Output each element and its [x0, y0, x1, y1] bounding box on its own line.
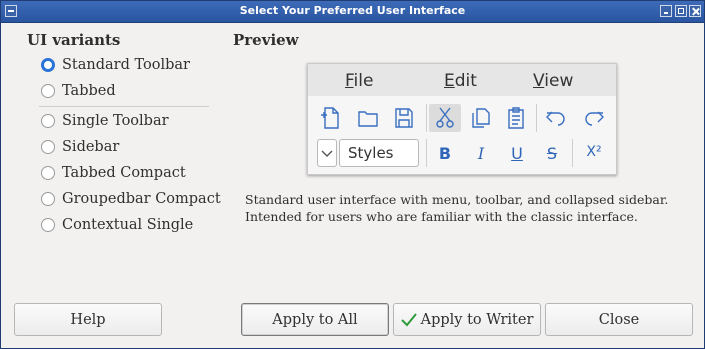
preview-menubar: File Edit View	[308, 64, 616, 96]
variant-description: Standard user interface with menu, toolb…	[245, 191, 668, 225]
preview-heading: Preview	[233, 31, 299, 49]
radio-label: Standard Toolbar	[62, 57, 190, 73]
save-icon	[395, 108, 413, 128]
close-window-icon[interactable]	[689, 5, 701, 17]
preview-separator	[536, 104, 537, 132]
copy-icon	[472, 108, 490, 128]
preview-menu-view: View	[533, 71, 574, 91]
close-button[interactable]: Close	[545, 303, 693, 336]
radio-groupedbar-compact[interactable]: Groupedbar Compact	[41, 188, 221, 210]
maximize-icon[interactable]	[675, 5, 687, 17]
radio-tabbed[interactable]: Tabbed	[41, 80, 116, 102]
preview-separator	[426, 139, 427, 167]
radio-sidebar[interactable]: Sidebar	[41, 136, 119, 158]
redo-icon	[585, 111, 604, 126]
preview-menu-file: File	[345, 71, 374, 91]
window-title: Select Your Preferred User Interface	[239, 4, 466, 17]
radio-single-toolbar[interactable]: Single Toolbar	[41, 110, 169, 132]
radio-button[interactable]	[41, 114, 55, 128]
description-line-2: Intended for users who are familiar with…	[245, 209, 638, 224]
variants-divider	[39, 106, 209, 107]
checkmark-icon	[400, 312, 417, 326]
underline-icon: U	[511, 144, 523, 163]
radio-button[interactable]	[41, 84, 55, 98]
radio-button[interactable]	[41, 166, 55, 180]
strikethrough-icon: S	[546, 144, 558, 163]
radio-button[interactable]	[41, 192, 55, 206]
ui-variants-heading: UI variants	[27, 31, 121, 49]
radio-label: Contextual Single	[62, 217, 194, 233]
paste-icon	[508, 107, 524, 129]
radio-label: Tabbed Compact	[62, 165, 186, 181]
radio-contextual-single[interactable]: Contextual Single	[41, 214, 193, 236]
radio-label: Sidebar	[62, 139, 120, 155]
radio-label: Single Toolbar	[62, 113, 169, 129]
italic-icon: I	[477, 144, 485, 163]
dialog-window: Select Your Preferred User Interface UI …	[0, 0, 705, 349]
radio-button[interactable]	[41, 218, 55, 232]
cut-icon	[436, 107, 454, 128]
chevron-down-icon	[321, 150, 333, 157]
new-document-icon	[321, 107, 339, 129]
preview-styles-box: Styles	[339, 139, 419, 167]
superscript-icon: X²	[586, 144, 602, 160]
bold-icon: B	[438, 144, 452, 163]
description-line-1: Standard user interface with menu, toolb…	[245, 192, 669, 207]
help-button[interactable]: Help	[14, 303, 162, 336]
preview-menu-edit: Edit	[444, 71, 477, 91]
open-folder-icon	[358, 111, 378, 127]
apply-to-all-button[interactable]: Apply to All	[241, 303, 389, 336]
preview-image: File Edit View Styles B I U S X²	[307, 63, 617, 175]
radio-label: Groupedbar Compact	[62, 191, 221, 207]
radio-button[interactable]	[41, 140, 55, 154]
undo-icon	[546, 111, 565, 126]
radio-tabbed-compact[interactable]: Tabbed Compact	[41, 162, 186, 184]
radio-button[interactable]	[41, 58, 55, 72]
title-bar: Select Your Preferred User Interface	[1, 1, 704, 23]
preview-separator	[426, 104, 427, 132]
preview-dropdown	[317, 139, 337, 167]
radio-standard-toolbar[interactable]: Standard Toolbar	[41, 54, 190, 76]
apply-to-writer-label: Apply to Writer	[420, 311, 534, 328]
apply-to-writer-button[interactable]: Apply to Writer	[393, 303, 541, 336]
radio-label: Tabbed	[62, 83, 116, 99]
minimize-icon[interactable]	[660, 5, 672, 17]
preview-separator	[572, 139, 573, 167]
